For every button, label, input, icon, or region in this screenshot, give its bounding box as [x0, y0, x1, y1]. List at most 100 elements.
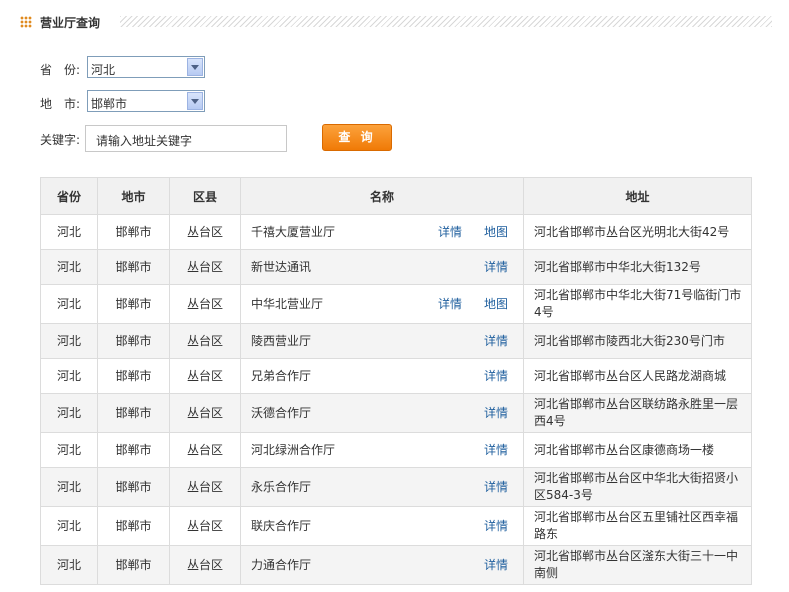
map-link[interactable]: 地图	[484, 296, 508, 313]
cell-province: 河北	[40, 214, 98, 250]
branch-name: 永乐合作厅	[251, 479, 312, 494]
cell-address: 河北省邯郸市丛台区五里铺社区西幸福路东	[523, 506, 752, 546]
province-label: 省 份:	[40, 63, 81, 77]
cell-district: 丛台区	[169, 214, 241, 250]
cell-name: 中华北营业厅 详情 地图	[240, 284, 524, 324]
city-select[interactable]: 邯郸市	[87, 90, 205, 112]
branch-name: 千禧大厦营业厅	[251, 224, 336, 239]
province-select[interactable]: 河北	[87, 56, 205, 78]
header-district: 区县	[169, 177, 241, 215]
cell-province: 河北	[40, 249, 98, 285]
cell-province: 河北	[40, 545, 98, 585]
branch-name: 陵西营业厅	[251, 333, 312, 348]
detail-link[interactable]: 详情	[484, 557, 508, 574]
cell-city: 邯郸市	[97, 432, 170, 468]
branch-name: 联庆合作厅	[251, 518, 312, 533]
cell-name: 兄弟合作厅 详情	[240, 358, 524, 394]
keyword-label: 关键字:	[40, 133, 81, 147]
cell-province: 河北	[40, 393, 98, 433]
detail-link[interactable]: 详情	[438, 296, 462, 313]
cell-city: 邯郸市	[97, 249, 170, 285]
cell-district: 丛台区	[169, 393, 241, 433]
table-row: 河北 邯郸市 丛台区 兄弟合作厅 详情 河北省邯郸市丛台区人民路龙湖商城	[40, 358, 752, 394]
cell-city: 邯郸市	[97, 323, 170, 359]
table-row: 河北 邯郸市 丛台区 联庆合作厅 详情 河北省邯郸市丛台区五里铺社区西幸福路东	[40, 506, 752, 546]
cell-city: 邯郸市	[97, 506, 170, 546]
cell-city: 邯郸市	[97, 358, 170, 394]
cell-name: 千禧大厦营业厅 详情 地图	[240, 214, 524, 250]
detail-link[interactable]: 详情	[484, 333, 508, 350]
cell-province: 河北	[40, 358, 98, 394]
section-header: 营业厅查询	[20, 12, 772, 32]
cell-address: 河北省邯郸市丛台区联纺路永胜里一层西4号	[523, 393, 752, 433]
cell-district: 丛台区	[169, 432, 241, 468]
header-address: 地址	[523, 177, 752, 215]
search-button[interactable]: 查 询	[322, 124, 392, 151]
table-row: 河北 邯郸市 丛台区 沃德合作厅 详情 河北省邯郸市丛台区联纺路永胜里一层西4号	[40, 393, 752, 433]
cell-city: 邯郸市	[97, 214, 170, 250]
cell-address: 河北省邯郸市丛台区人民路龙湖商城	[523, 358, 752, 394]
cell-province: 河北	[40, 284, 98, 324]
cell-name: 河北绿洲合作厅 详情	[240, 432, 524, 468]
cell-province: 河北	[40, 432, 98, 468]
detail-link[interactable]: 详情	[484, 405, 508, 422]
cell-district: 丛台区	[169, 467, 241, 507]
map-link[interactable]: 地图	[484, 224, 508, 241]
cell-city: 邯郸市	[97, 393, 170, 433]
cell-district: 丛台区	[169, 506, 241, 546]
branch-name: 力通合作厅	[251, 557, 312, 572]
branch-name: 沃德合作厅	[251, 405, 312, 420]
keyword-input[interactable]: 请输入地址关键字	[85, 125, 287, 152]
table-row: 河北 邯郸市 丛台区 力通合作厅 详情 河北省邯郸市丛台区滏东大街三十一中南侧	[40, 545, 752, 585]
results-table: 省份 地市 区县 名称 地址 河北 邯郸市 丛台区 千禧大厦营业厅 详情 地图 河北省邯郸市…	[40, 177, 752, 585]
cell-name: 沃德合作厅 详情	[240, 393, 524, 433]
cell-name: 新世达通讯 详情	[240, 249, 524, 285]
header-name: 名称	[240, 177, 524, 215]
city-label: 地 市:	[40, 97, 81, 111]
cell-city: 邯郸市	[97, 467, 170, 507]
cell-district: 丛台区	[169, 323, 241, 359]
table-row: 河北 邯郸市 丛台区 新世达通讯 详情 河北省邯郸市中华北大街132号	[40, 249, 752, 285]
cell-address: 河北省邯郸市中华北大街71号临街门市4号	[523, 284, 752, 324]
table-row: 河北 邯郸市 丛台区 陵西营业厅 详情 河北省邯郸市陵西北大街230号门市	[40, 323, 752, 359]
cell-address: 河北省邯郸市丛台区光明北大街42号	[523, 214, 752, 250]
cell-province: 河北	[40, 323, 98, 359]
detail-link[interactable]: 详情	[484, 479, 508, 496]
keyword-placeholder: 请输入地址关键字	[96, 134, 193, 148]
detail-link[interactable]: 详情	[438, 224, 462, 241]
header-city: 地市	[97, 177, 170, 215]
table-row: 河北 邯郸市 丛台区 永乐合作厅 详情 河北省邯郸市丛台区中华北大街招贤小区584-3号	[40, 467, 752, 507]
table-row: 河北 邯郸市 丛台区 千禧大厦营业厅 详情 地图 河北省邯郸市丛台区光明北大街42号	[40, 214, 752, 250]
table-row: 河北 邯郸市 丛台区 河北绿洲合作厅 详情 河北省邯郸市丛台区康德商场一楼	[40, 432, 752, 468]
cell-address: 河北省邯郸市丛台区中华北大街招贤小区584-3号	[523, 467, 752, 507]
table-header-row: 省份 地市 区县 名称 地址	[40, 177, 752, 215]
cell-district: 丛台区	[169, 249, 241, 285]
cell-province: 河北	[40, 467, 98, 507]
branch-name: 新世达通讯	[251, 259, 312, 274]
dots-icon	[20, 16, 32, 28]
branch-name: 兄弟合作厅	[251, 368, 312, 383]
branch-name: 中华北营业厅	[251, 296, 324, 311]
cell-address: 河北省邯郸市中华北大街132号	[523, 249, 752, 285]
cell-name: 力通合作厅 详情	[240, 545, 524, 585]
chevron-down-icon[interactable]	[187, 58, 203, 76]
cell-district: 丛台区	[169, 545, 241, 585]
branch-name: 河北绿洲合作厅	[251, 442, 336, 457]
cell-province: 河北	[40, 506, 98, 546]
chevron-down-icon[interactable]	[187, 92, 203, 110]
table-row: 河北 邯郸市 丛台区 中华北营业厅 详情 地图 河北省邯郸市中华北大街71号临街门市4号	[40, 284, 752, 324]
detail-link[interactable]: 详情	[484, 259, 508, 276]
city-value: 邯郸市	[91, 97, 128, 111]
cell-name: 联庆合作厅 详情	[240, 506, 524, 546]
cell-name: 永乐合作厅 详情	[240, 467, 524, 507]
cell-address: 河北省邯郸市陵西北大街230号门市	[523, 323, 752, 359]
cell-name: 陵西营业厅 详情	[240, 323, 524, 359]
detail-link[interactable]: 详情	[484, 442, 508, 459]
detail-link[interactable]: 详情	[484, 368, 508, 385]
cell-district: 丛台区	[169, 284, 241, 324]
detail-link[interactable]: 详情	[484, 518, 508, 535]
header-province: 省份	[40, 177, 98, 215]
cell-address: 河北省邯郸市丛台区康德商场一楼	[523, 432, 752, 468]
cell-city: 邯郸市	[97, 284, 170, 324]
section-title: 营业厅查询	[40, 16, 101, 30]
